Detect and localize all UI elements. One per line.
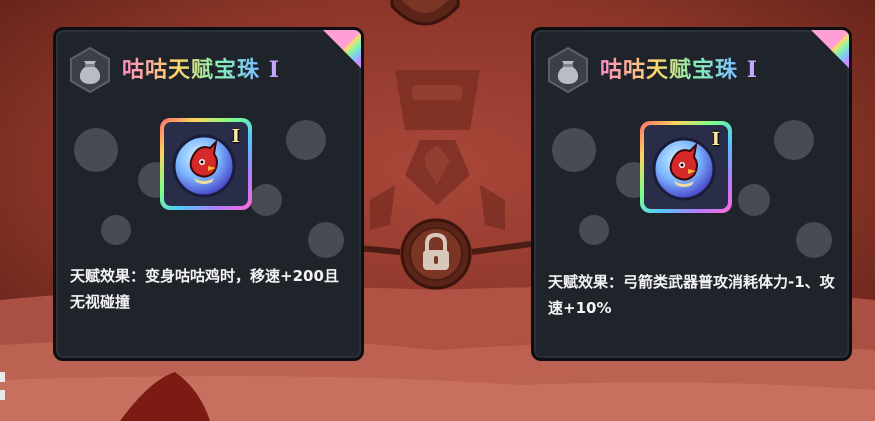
bag-icon (70, 47, 110, 93)
bag-icon (548, 47, 588, 93)
top-node-icon (390, 0, 460, 26)
talent-card-2[interactable]: 咕咕天赋宝珠 I I 天赋效果：弓箭类武器普攻消耗体力-1、攻速+10% (531, 27, 852, 361)
card-title-tier: I (746, 57, 758, 83)
card-title-tier: I (268, 57, 280, 83)
talent-description: 天赋效果：变身咕咕鸡时，移速+200且无视碰撞 (70, 267, 339, 311)
talent-card-1[interactable]: 咕咕天赋宝珠 I I 天赋效果：变身咕咕鸡时，移速+200且无视碰撞 (53, 27, 364, 361)
edge-fragment (0, 372, 5, 400)
talent-description: 天赋效果：弓箭类武器普攻消耗体力-1、攻速+10% (548, 273, 835, 317)
item-slot[interactable]: I (160, 118, 252, 210)
card-title: 咕咕天赋宝珠 I (600, 52, 758, 84)
lock-icon[interactable] (400, 218, 472, 290)
card-title: 咕咕天赋宝珠 I (122, 52, 280, 84)
item-slot[interactable]: I (640, 121, 732, 213)
item-tier-label: I (711, 129, 720, 150)
item-tier-label: I (231, 126, 240, 147)
